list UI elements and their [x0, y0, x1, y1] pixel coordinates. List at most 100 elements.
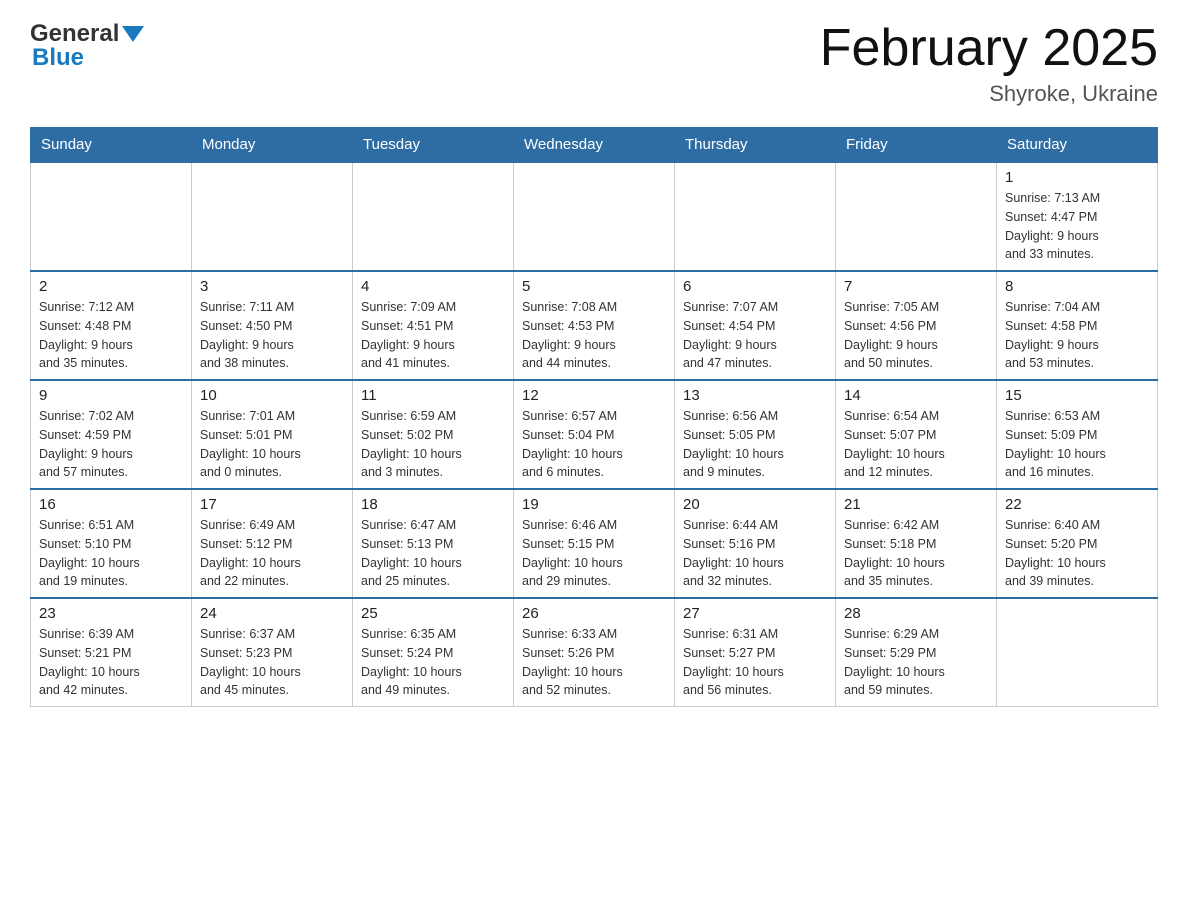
calendar-day-cell: 14 Sunrise: 6:54 AMSunset: 5:07 PMDayligh… [836, 380, 997, 489]
day-number: 6 [683, 278, 827, 295]
calendar-day-header: Monday [192, 128, 353, 163]
calendar-day-cell: 12Sunrise: 6:57 AMSunset: 5:04 PMDayligh… [514, 380, 675, 489]
day-info: Sunrise: 7:05 AMSunset: 4:56 PMDaylight:… [844, 298, 988, 373]
calendar-day-cell: 10 Sunrise: 7:01 AMSunset: 5:01 PMDayligh… [192, 380, 353, 489]
day-info: Sunrise: 7:01 AMSunset: 5:01 PMDaylight:… [200, 407, 344, 482]
day-number: 8 [1005, 278, 1149, 295]
day-number: 26 [522, 605, 666, 622]
day-number: 22 [1005, 496, 1149, 513]
day-info: Sunrise: 6:53 AMSunset: 5:09 PMDaylight:… [1005, 407, 1149, 482]
day-number: 16 [39, 496, 183, 513]
day-number: 2 [39, 278, 183, 295]
calendar-day-header: Tuesday [353, 128, 514, 163]
day-info: Sunrise: 7:07 AMSunset: 4:54 PMDaylight:… [683, 298, 827, 373]
calendar-day-cell: 3 Sunrise: 7:11 AMSunset: 4:50 PMDaylight… [192, 271, 353, 380]
day-info: Sunrise: 6:37 AMSunset: 5:23 PMDaylight:… [200, 625, 344, 700]
calendar-day-cell: 16 Sunrise: 6:51 AMSunset: 5:10 PMDayligh… [31, 489, 192, 598]
day-number: 13 [683, 387, 827, 404]
calendar-day-cell: 19 Sunrise: 6:46 AMSunset: 5:15 PMDayligh… [514, 489, 675, 598]
calendar-day-cell: 17 Sunrise: 6:49 AMSunset: 5:12 PMDayligh… [192, 489, 353, 598]
day-number: 23 [39, 605, 183, 622]
page-header: General Blue February 2025 Shyroke, Ukra… [30, 20, 1158, 107]
day-info: Sunrise: 6:51 AMSunset: 5:10 PMDaylight:… [39, 516, 183, 591]
calendar-day-cell: 26 Sunrise: 6:33 AMSunset: 5:26 PMDayligh… [514, 598, 675, 707]
day-number: 15 [1005, 387, 1149, 404]
day-number: 11 [361, 387, 505, 404]
day-info: Sunrise: 6:59 AMSunset: 5:02 PMDaylight:… [361, 407, 505, 482]
day-number: 5 [522, 278, 666, 295]
day-info: Sunrise: 7:08 AMSunset: 4:53 PMDaylight:… [522, 298, 666, 373]
day-number: 3 [200, 278, 344, 295]
calendar-day-cell [31, 162, 192, 271]
calendar-week-row: 16 Sunrise: 6:51 AMSunset: 5:10 PMDayligh… [31, 489, 1158, 598]
calendar-day-header: Wednesday [514, 128, 675, 163]
day-info: Sunrise: 7:09 AMSunset: 4:51 PMDaylight:… [361, 298, 505, 373]
logo-blue-text: Blue [30, 44, 84, 72]
calendar-day-cell [675, 162, 836, 271]
day-info: Sunrise: 6:33 AMSunset: 5:26 PMDaylight:… [522, 625, 666, 700]
calendar-week-row: 1 Sunrise: 7:13 AMSunset: 4:47 PMDaylight… [31, 162, 1158, 271]
day-info: Sunrise: 6:49 AMSunset: 5:12 PMDaylight:… [200, 516, 344, 591]
day-info: Sunrise: 6:56 AMSunset: 5:05 PMDaylight:… [683, 407, 827, 482]
calendar-day-header: Saturday [997, 128, 1158, 163]
calendar-day-cell: 15 Sunrise: 6:53 AMSunset: 5:09 PMDayligh… [997, 380, 1158, 489]
calendar-day-cell: 25Sunrise: 6:35 AMSunset: 5:24 PMDayligh… [353, 598, 514, 707]
calendar-day-cell: 27Sunrise: 6:31 AMSunset: 5:27 PMDayligh… [675, 598, 836, 707]
calendar-day-cell [997, 598, 1158, 707]
day-info: Sunrise: 6:39 AMSunset: 5:21 PMDaylight:… [39, 625, 183, 700]
day-info: Sunrise: 6:54 AMSunset: 5:07 PMDaylight:… [844, 407, 988, 482]
calendar-day-cell: 28 Sunrise: 6:29 AMSunset: 5:29 PMDayligh… [836, 598, 997, 707]
day-info: Sunrise: 6:31 AMSunset: 5:27 PMDaylight:… [683, 625, 827, 700]
day-info: Sunrise: 6:40 AMSunset: 5:20 PMDaylight:… [1005, 516, 1149, 591]
calendar-day-cell: 5 Sunrise: 7:08 AMSunset: 4:53 PMDaylight… [514, 271, 675, 380]
calendar-day-cell: 1 Sunrise: 7:13 AMSunset: 4:47 PMDaylight… [997, 162, 1158, 271]
day-number: 19 [522, 496, 666, 513]
calendar-day-cell: 24 Sunrise: 6:37 AMSunset: 5:23 PMDayligh… [192, 598, 353, 707]
day-number: 21 [844, 496, 988, 513]
calendar-day-cell: 13 Sunrise: 6:56 AMSunset: 5:05 PMDayligh… [675, 380, 836, 489]
calendar-day-cell: 4 Sunrise: 7:09 AMSunset: 4:51 PMDaylight… [353, 271, 514, 380]
calendar-day-cell: 2Sunrise: 7:12 AMSunset: 4:48 PMDaylight… [31, 271, 192, 380]
calendar-day-header: Friday [836, 128, 997, 163]
logo: General Blue [30, 20, 144, 72]
day-number: 28 [844, 605, 988, 622]
day-info: Sunrise: 6:35 AMSunset: 5:24 PMDaylight:… [361, 625, 505, 700]
day-number: 12 [522, 387, 666, 404]
calendar-day-cell: 6 Sunrise: 7:07 AMSunset: 4:54 PMDaylight… [675, 271, 836, 380]
calendar-day-cell [192, 162, 353, 271]
day-info: Sunrise: 7:04 AMSunset: 4:58 PMDaylight:… [1005, 298, 1149, 373]
calendar-week-row: 23 Sunrise: 6:39 AMSunset: 5:21 PMDayligh… [31, 598, 1158, 707]
calendar-week-row: 2Sunrise: 7:12 AMSunset: 4:48 PMDaylight… [31, 271, 1158, 380]
location-label: Shyroke, Ukraine [820, 81, 1158, 107]
logo-arrow-icon [122, 26, 144, 42]
day-info: Sunrise: 6:29 AMSunset: 5:29 PMDaylight:… [844, 625, 988, 700]
calendar-day-cell [353, 162, 514, 271]
day-number: 18 [361, 496, 505, 513]
day-info: Sunrise: 6:46 AMSunset: 5:15 PMDaylight:… [522, 516, 666, 591]
day-number: 9 [39, 387, 183, 404]
calendar-day-cell: 23 Sunrise: 6:39 AMSunset: 5:21 PMDayligh… [31, 598, 192, 707]
day-info: Sunrise: 6:42 AMSunset: 5:18 PMDaylight:… [844, 516, 988, 591]
calendar-day-cell: 7 Sunrise: 7:05 AMSunset: 4:56 PMDaylight… [836, 271, 997, 380]
day-number: 17 [200, 496, 344, 513]
day-number: 7 [844, 278, 988, 295]
calendar-day-cell: 21 Sunrise: 6:42 AMSunset: 5:18 PMDayligh… [836, 489, 997, 598]
day-number: 10 [200, 387, 344, 404]
day-info: Sunrise: 7:11 AMSunset: 4:50 PMDaylight:… [200, 298, 344, 373]
calendar-day-cell: 22 Sunrise: 6:40 AMSunset: 5:20 PMDayligh… [997, 489, 1158, 598]
day-info: Sunrise: 7:13 AMSunset: 4:47 PMDaylight:… [1005, 189, 1149, 264]
calendar-header-row: SundayMondayTuesdayWednesdayThursdayFrid… [31, 128, 1158, 163]
calendar-day-cell: 18 Sunrise: 6:47 AMSunset: 5:13 PMDayligh… [353, 489, 514, 598]
day-info: Sunrise: 6:47 AMSunset: 5:13 PMDaylight:… [361, 516, 505, 591]
day-number: 4 [361, 278, 505, 295]
calendar-day-cell [514, 162, 675, 271]
calendar-day-cell: 11 Sunrise: 6:59 AMSunset: 5:02 PMDayligh… [353, 380, 514, 489]
calendar-day-cell: 9Sunrise: 7:02 AMSunset: 4:59 PMDaylight… [31, 380, 192, 489]
day-number: 14 [844, 387, 988, 404]
day-number: 24 [200, 605, 344, 622]
calendar-day-cell: 20Sunrise: 6:44 AMSunset: 5:16 PMDayligh… [675, 489, 836, 598]
calendar-day-header: Thursday [675, 128, 836, 163]
day-number: 20 [683, 496, 827, 513]
day-number: 1 [1005, 169, 1149, 186]
title-block: February 2025 Shyroke, Ukraine [820, 20, 1158, 107]
